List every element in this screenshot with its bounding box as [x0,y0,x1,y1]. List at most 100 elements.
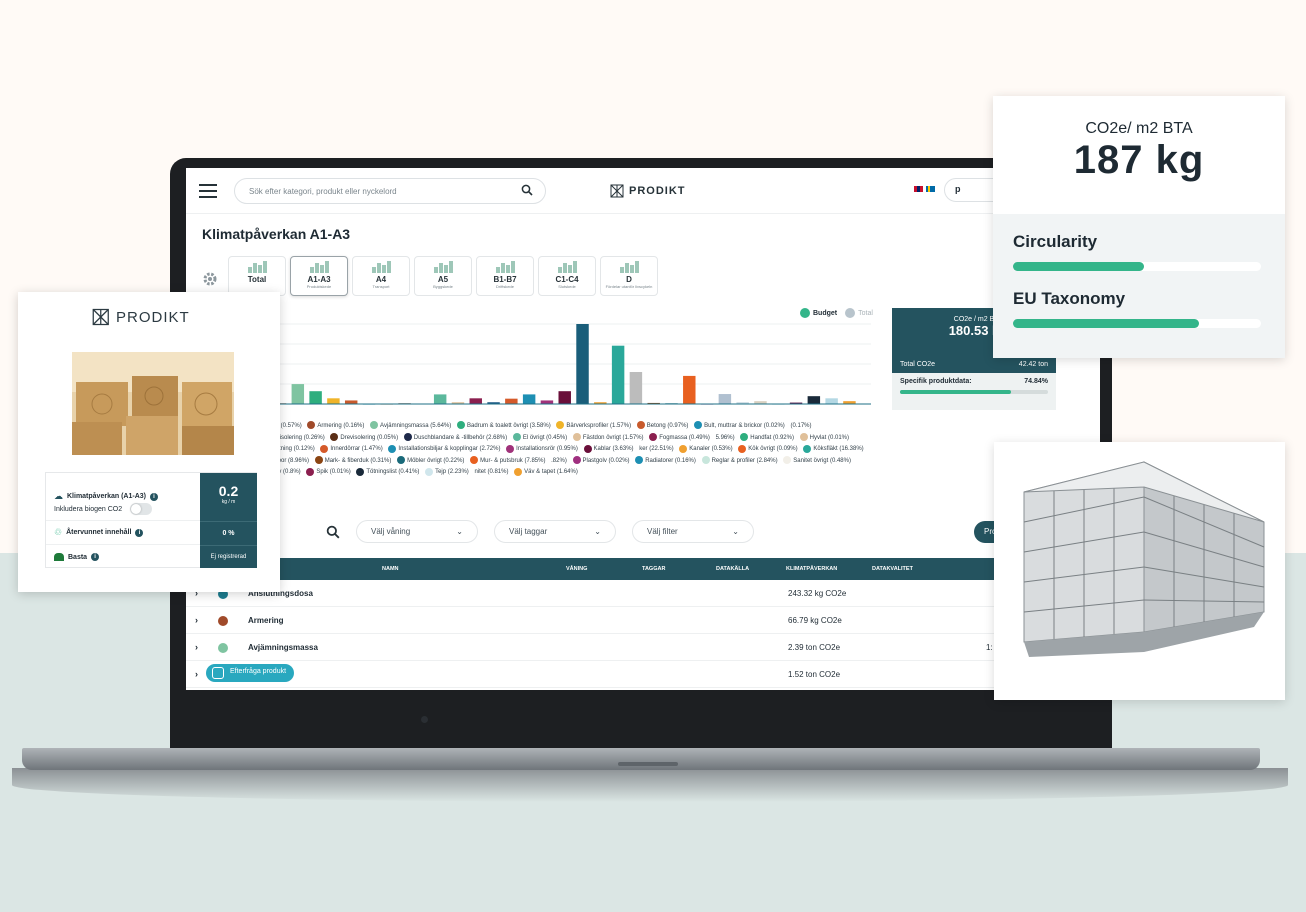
legend-item[interactable]: Radiatorer (0.16%) [635,456,696,465]
legend-item[interactable]: Avjämningsmassa (5.64%) [370,421,451,430]
column-header[interactable]: TAGGAR [642,566,665,572]
chart-bar[interactable] [576,324,589,404]
legend-item[interactable]: Plastgolv (0.02%) [572,456,630,465]
stage-tab-a5[interactable]: A5 Byggskede [414,256,472,296]
legend-item[interactable]: El övrigt (0.45%) [512,433,567,442]
product-info-panel: ☁ Klimatpåverkan (A1-A3) i Inkludera bio… [45,472,257,568]
tags-select[interactable]: Välj taggar ⌄ [494,520,616,543]
legend-item[interactable]: .82%) [551,458,567,464]
chart-bar[interactable] [433,394,447,404]
chart-bar[interactable] [469,398,482,404]
prodikt-logo[interactable]: PRODIKT [610,184,686,198]
table-row[interactable]: › Avjämningsmassa 2.39 ton CO2e 1: [186,634,1100,661]
legend-item[interactable]: nitet (0.81%) [474,469,508,475]
chart-bar[interactable] [540,400,554,404]
legend-item[interactable]: Installationsrör (0.95%) [506,444,578,453]
chart-bar[interactable] [718,394,732,404]
chart-bar[interactable] [327,398,340,404]
legend-item[interactable]: Tötningslist (0.41%) [356,467,419,476]
request-product-button[interactable]: Efterfråga produkt [206,664,295,682]
chevron-right-icon[interactable]: › [195,615,198,625]
chart-bar[interactable] [522,394,536,404]
legend-item[interactable]: Köksfläkt (16.38%) [803,444,864,453]
table-row[interactable]: ›lett övrigt1.52 ton CO2e [186,661,1100,688]
legend-item[interactable]: (0.17%) [790,423,811,429]
legend-item[interactable]: Badrum & toalett övrigt (3.58%) [456,421,551,430]
chart-bar[interactable] [505,398,518,404]
stage-tab-c1-c4[interactable]: C1-C4 Slutskede [538,256,596,296]
legend-item[interactable]: Hyvlat (0.01%) [799,433,849,442]
search-icon[interactable] [521,184,533,196]
chevron-right-icon[interactable]: › [195,642,198,652]
info-icon[interactable]: i [91,553,100,561]
language-switcher[interactable] [914,186,935,192]
legend-item[interactable]: Duschblandare & -tillbehör (2.68%) [403,433,507,442]
legend-item[interactable]: Betong (0.97%) [636,421,688,430]
legend-budget[interactable]: Budget [800,308,837,318]
legend-item-label: .82%) [551,457,567,464]
filter-select[interactable]: Välj filter ⌄ [632,520,754,543]
chart-bar[interactable] [611,345,625,404]
chart-bar[interactable] [683,375,696,404]
chart-bar[interactable] [558,391,571,404]
column-header[interactable]: VÅNING [566,566,587,572]
legend-item[interactable]: Kablar (3.63%) [583,444,634,453]
biogen-toggle[interactable] [130,503,153,515]
legend-item[interactable]: 5.96%) [716,435,735,441]
legend-item[interactable]: Innerdörrar (1.47%) [320,444,383,453]
legend-item[interactable]: Möbler övrigt (0.22%) [397,456,464,465]
legend-item[interactable]: Fogmassa (0.49%) [649,433,710,442]
search-input[interactable]: Sök efter kategori, produkt eller nyckel… [234,178,546,204]
chart-bar[interactable] [309,391,322,404]
stage-tab-d[interactable]: D Fördelar utanför livscykeln [600,256,658,296]
floor-select[interactable]: Välj våning ⌄ [356,520,478,543]
chart-bar[interactable] [291,384,305,404]
swedish-flag-icon[interactable] [926,186,935,192]
total-co2-label: Total CO2e [900,361,936,368]
legend-dot-icon [330,433,339,442]
legend-item[interactable]: Reglar & profiler (2.84%) [701,456,778,465]
menu-icon[interactable] [196,180,220,202]
search-icon[interactable] [326,525,340,539]
uk-flag-icon[interactable] [914,186,923,192]
legend-item[interactable]: Mark- & fiberduk (0.31%) [314,456,391,465]
legend-item[interactable]: Kök övrigt (0.09%) [738,444,798,453]
legend-item[interactable]: Handfat (0.92%) [740,433,794,442]
legend-item[interactable]: Sanitet övrigt (0.48%) [783,456,851,465]
stage-tab-label: Total [247,275,267,284]
column-header[interactable]: DATAKÄLLA [716,566,749,572]
legend-item[interactable]: Väv & tapet (1.64%) [514,467,578,476]
gear-icon[interactable] [202,271,218,287]
stage-tab-a4[interactable]: A4 Transport [352,256,410,296]
info-icon[interactable]: i [135,528,144,537]
legend-item[interactable]: Drevisolering (0.05%) [330,433,398,442]
legend-item[interactable]: Bärverksprofiler (1.57%) [556,421,631,430]
legend-item[interactable]: Installationsbiljar & kopplingar (2.72%) [388,444,500,453]
column-header[interactable]: KLIMATPÅVERKAN [786,566,837,572]
chart-bar[interactable] [825,398,838,404]
legend-item[interactable]: Spik (0.01%) [306,467,351,476]
table-row[interactable]: › Armering 66.79 kg CO2e [186,607,1100,634]
table-row[interactable]: › Anslutningsdosa 243.32 kg CO2e [186,580,1100,607]
legend-item[interactable]: Fästdon övrigt (1.57%) [572,433,644,442]
stage-tab-b1-b7[interactable]: B1-B7 Driftskede [476,256,534,296]
chevron-right-icon[interactable]: › [195,669,198,679]
building-3d-model-image [1023,461,1265,657]
legend-item[interactable]: Mur- & putsbruk (7.85%) [470,456,545,465]
legend-item[interactable]: Tejp (2.23%) [425,467,469,476]
legend-item[interactable]: Kanaler (0.53%) [679,444,733,453]
legend-dot-icon [356,467,365,476]
legend-item[interactable]: Bult, muttrar & brickor (0.02%) [694,421,785,430]
column-header[interactable]: NAMN [382,566,399,572]
chart-bar[interactable] [344,400,358,404]
chart-bar[interactable] [629,372,643,404]
legend-item[interactable]: Armering (0.16%) [307,421,364,430]
chart-bar[interactable] [807,396,821,404]
legend-item[interactable]: ker (22.51%) [639,446,673,452]
legend-item-label: Sanitet övrigt (0.48%) [793,457,851,464]
legend-total[interactable]: Total [845,308,873,318]
row-climate-impact: 1.52 ton CO2e [788,670,841,679]
stage-tab-a1-a3[interactable]: A1-A3 Produktskede [290,256,348,296]
stage-tab-total[interactable]: Total [228,256,286,296]
column-header[interactable]: DATAKVALITET [872,566,913,572]
